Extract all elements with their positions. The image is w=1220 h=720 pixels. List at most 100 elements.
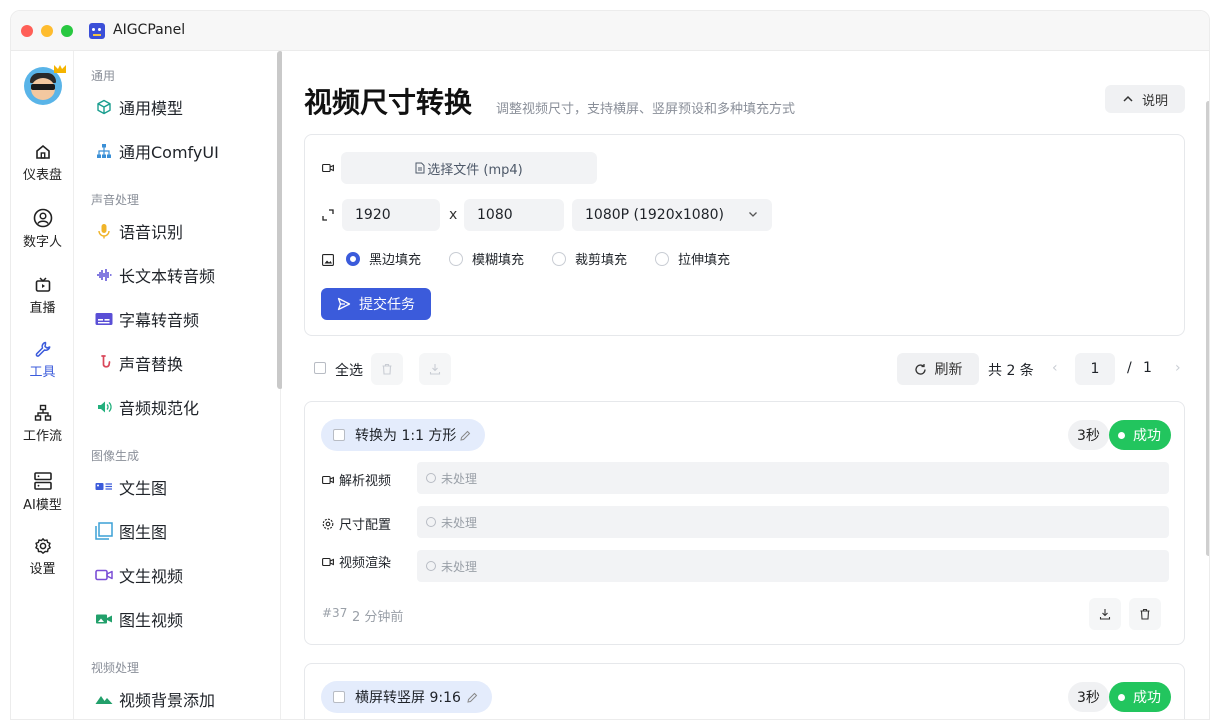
refresh-button[interactable]: 刷新	[897, 353, 979, 385]
minimize-window-button[interactable]	[41, 25, 53, 37]
radio-dot	[655, 251, 669, 266]
send-icon	[337, 297, 351, 311]
nav-rail: 仪表盘 数字人 直播 工具 工作流 AI模型 设置	[11, 51, 74, 719]
maximize-window-button[interactable]	[61, 25, 73, 37]
sidebar-item-general-model[interactable]: 通用模型	[95, 93, 183, 121]
preset-select[interactable]: 1080P (1920x1080)	[572, 199, 772, 231]
delete-button[interactable]	[1129, 598, 1161, 630]
download-button[interactable]	[1089, 598, 1121, 630]
edit-pencil-icon[interactable]	[467, 692, 478, 703]
workflow-icon	[34, 404, 51, 421]
video-file-icon	[321, 161, 335, 175]
video-camera-icon	[95, 566, 113, 584]
sidebar-item-text-to-image[interactable]: 文生图	[95, 473, 167, 501]
page-subtitle: 调整视频尺寸，支持横屏、竖屏预设和多种填充方式	[496, 102, 796, 117]
conversion-form-card: 选择文件 (mp4) 1920 x 1080 1080P (1920x1080)…	[304, 134, 1185, 336]
fill-option-black-border[interactable]: 黑边填充	[346, 249, 421, 268]
task-checkbox[interactable]	[333, 691, 345, 703]
home-icon	[35, 144, 50, 159]
app-title: AIGCPanel	[113, 22, 186, 38]
step-status-box: 未处理	[417, 462, 1169, 494]
main-scrollbar[interactable]	[1206, 101, 1209, 556]
copy-image-icon	[95, 522, 113, 540]
step-label: 视频渲染	[322, 552, 391, 571]
radio-dot	[346, 251, 360, 266]
sidebar-item-video-background[interactable]: 视频背景添加	[95, 685, 215, 713]
page-separator: /	[1127, 360, 1132, 376]
microphone-icon	[95, 222, 113, 240]
refresh-icon	[914, 363, 926, 375]
select-file-button[interactable]: 选择文件 (mp4)	[341, 152, 597, 184]
help-button[interactable]: 说明	[1105, 85, 1185, 113]
rail-item-settings[interactable]: 设置	[11, 537, 74, 577]
select-all-checkbox[interactable]	[314, 362, 326, 374]
page-total: 1	[1143, 360, 1152, 376]
dimension-separator: x	[449, 207, 458, 223]
chevron-down-icon	[748, 199, 758, 231]
sitemap-icon	[95, 142, 113, 160]
group-title-image-gen: 图像生成	[91, 449, 140, 463]
title-bar: AIGCPanel	[11, 11, 1209, 51]
user-circle-icon	[33, 208, 52, 228]
tools-sidebar: 通用 通用模型 通用ComfyUI 声音处理 语音识别 长文本转音频 字幕转音频…	[75, 51, 283, 719]
prev-page-button[interactable]: ‹	[1052, 360, 1058, 376]
fill-option-crop[interactable]: 裁剪填充	[552, 249, 627, 268]
task-id: #37	[322, 606, 348, 620]
sidebar-item-subtitle-to-audio[interactable]: 字幕转音频	[95, 305, 199, 333]
video-image-icon	[95, 610, 113, 628]
sidebar-item-long-text-to-audio[interactable]: 长文本转音频	[95, 261, 215, 289]
trash-icon	[382, 363, 392, 375]
batch-delete-button[interactable]	[371, 353, 403, 385]
gear-icon	[34, 538, 51, 554]
step-status-box: 未处理	[417, 506, 1169, 538]
task-title-chip[interactable]: 转换为 1:1 方形	[321, 419, 486, 451]
sidebar-item-general-comfyui[interactable]: 通用ComfyUI	[95, 137, 219, 165]
batch-download-button[interactable]	[419, 353, 451, 385]
step-label: 解析视频	[322, 470, 391, 489]
close-window-button[interactable]	[21, 25, 33, 37]
select-all-label: 全选	[335, 363, 363, 379]
resize-icon	[321, 208, 335, 222]
sidebar-item-text-to-video[interactable]: 文生视频	[95, 561, 183, 589]
rail-item-workflow[interactable]: 工作流	[11, 404, 74, 444]
edit-pencil-icon[interactable]	[460, 430, 471, 441]
trash-icon	[1140, 608, 1150, 620]
sidebar-item-image-to-image[interactable]: 图生图	[95, 517, 167, 545]
rail-item-tools[interactable]: 工具	[11, 340, 74, 380]
group-title-general: 通用	[91, 69, 116, 83]
image-fill-icon	[321, 253, 335, 267]
sidebar-item-image-to-video[interactable]: 图生视频	[95, 605, 183, 633]
task-card: 横屏转竖屏 9:16 3秒 成功	[304, 663, 1185, 719]
fill-option-blur[interactable]: 模糊填充	[449, 249, 524, 268]
rail-item-ai-models[interactable]: AI模型	[11, 471, 74, 513]
info-icon	[426, 561, 436, 571]
fill-option-stretch[interactable]: 拉伸填充	[655, 249, 730, 268]
duration-badge: 3秒	[1068, 682, 1109, 712]
subtitles-icon	[95, 310, 113, 328]
info-icon	[426, 473, 436, 483]
sidebar-item-voice-replace[interactable]: 声音替换	[95, 349, 183, 377]
task-checkbox[interactable]	[333, 429, 345, 441]
submit-task-button[interactable]: 提交任务	[321, 288, 431, 320]
main-content: 视频尺寸转换 调整视频尺寸，支持横屏、竖屏预设和多种填充方式 说明 选择文件 (…	[282, 51, 1209, 719]
app-logo-icon	[89, 23, 105, 39]
width-input[interactable]: 1920	[342, 199, 440, 231]
tv-icon	[35, 277, 50, 292]
rail-item-dashboard[interactable]: 仪表盘	[11, 143, 74, 183]
status-badge: 成功	[1109, 420, 1171, 450]
task-time: 2 分钟前	[352, 610, 404, 625]
sidebar-item-audio-normalize[interactable]: 音频规范化	[95, 393, 199, 421]
radio-dot	[449, 251, 463, 266]
sidebar-item-speech-recognition[interactable]: 语音识别	[95, 217, 183, 245]
rail-item-digital-human[interactable]: 数字人	[11, 208, 74, 250]
server-icon	[33, 472, 52, 490]
download-icon	[429, 364, 441, 375]
total-count: 共 2 条	[988, 363, 1034, 379]
chevron-up-icon	[1123, 95, 1133, 102]
page-number-input[interactable]: 1	[1075, 353, 1115, 385]
rail-item-live[interactable]: 直播	[11, 276, 74, 316]
next-page-button[interactable]: ›	[1175, 360, 1181, 376]
task-title-chip[interactable]: 横屏转竖屏 9:16	[321, 681, 492, 713]
height-input[interactable]: 1080	[464, 199, 564, 231]
page-title: 视频尺寸转换	[304, 86, 473, 119]
